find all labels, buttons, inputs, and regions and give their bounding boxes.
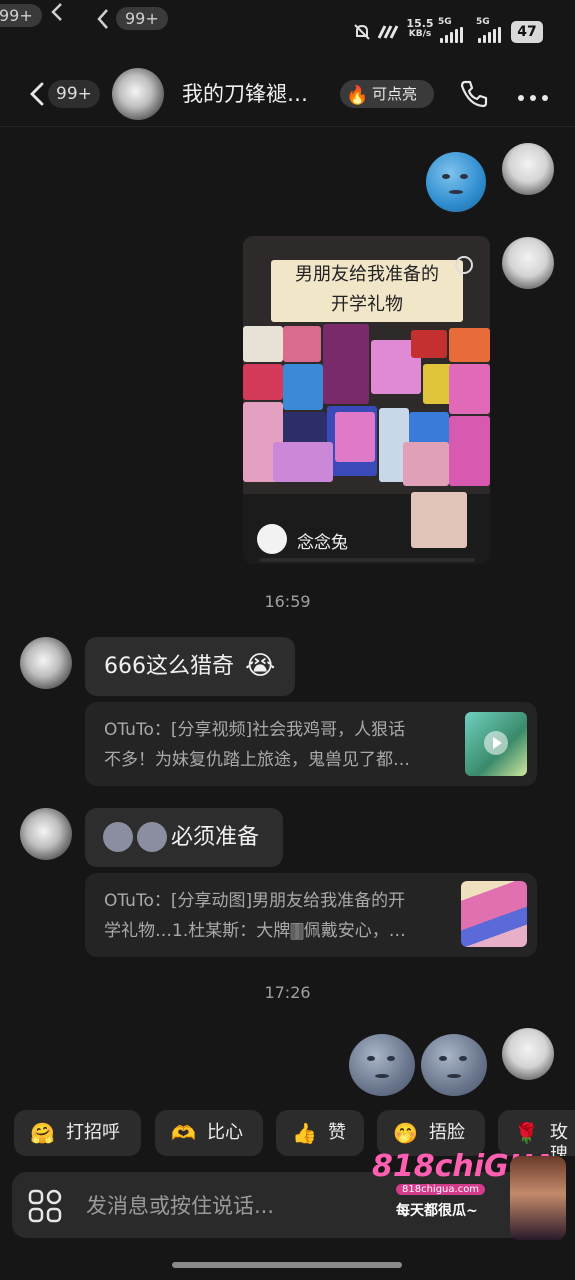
share-gif-thumbnail — [461, 881, 527, 947]
chat-title[interactable]: 我的刀锋褪… — [182, 80, 308, 108]
quick-reply-label: 赞 — [328, 1122, 346, 1143]
home-indicator — [172, 1262, 402, 1268]
flame-icon: 🔥 — [346, 85, 369, 106]
ghost-unread-badge: 99+ — [0, 4, 42, 27]
post-image: 男朋友给我准备的 开学礼物 — [243, 236, 490, 548]
post-author-name: 念念兔 — [297, 533, 348, 553]
new-moon-face-emoji[interactable] — [349, 1034, 415, 1096]
message-bubble[interactable]: 必须准备 — [85, 808, 283, 867]
hd-network-icon — [377, 22, 399, 42]
light-up-label: 可点亮 — [372, 85, 418, 103]
mute-bell-icon — [352, 22, 372, 42]
hugging-face-icon: 🤗 — [30, 1121, 55, 1145]
message-text: 666这么猎奇 — [104, 654, 234, 679]
quick-reply-label: 捂脸 — [429, 1122, 465, 1143]
ghost-back-icon — [50, 2, 64, 22]
signal-2-icon: 5G — [476, 17, 506, 43]
sender-avatar[interactable] — [20, 637, 72, 689]
quoted-share-card[interactable]: OTuTo：[分享视频]社会我鸡哥，人狠话 不多！为妹复仇踏上旅途，鬼兽见了都… — [85, 702, 537, 786]
ghost-unread-badge-2: 99+ — [116, 7, 168, 30]
apps-grid-icon[interactable] — [28, 1189, 62, 1223]
share-video-thumbnail — [465, 712, 527, 776]
my-avatar[interactable] — [502, 237, 554, 289]
my-avatar[interactable] — [502, 143, 554, 195]
timestamp: 17:26 — [264, 983, 311, 1002]
share-line-1: OTuTo：[分享动图]男朋友给我准备的开 — [104, 891, 406, 911]
network-speed: 15.5 KB/s — [406, 17, 434, 39]
message-input-placeholder[interactable]: 发消息或按住说话... — [86, 1192, 274, 1220]
more-options-icon[interactable] — [516, 88, 550, 101]
face-covering-mouth-icon: 🤭 — [393, 1121, 418, 1145]
status-bar: 99+ 99+ 15.5 KB/s 5G 5G 47 — [0, 0, 575, 62]
post-title-line-2: 开学礼物 — [331, 294, 403, 315]
ghost-back-icon-2 — [96, 8, 110, 30]
thumbs-up-icon: 👍 — [292, 1121, 317, 1145]
quick-reply-like[interactable]: 👍 赞 — [276, 1110, 364, 1156]
unread-count-badge[interactable]: 99+ — [48, 80, 100, 108]
post-footer-text — [259, 558, 475, 562]
timestamp: 16:59 — [264, 592, 311, 611]
rose-icon: 🌹 — [514, 1121, 539, 1145]
cool-cat-sticker-icon — [137, 822, 167, 852]
quick-reply-greet[interactable]: 🤗 打招呼 — [14, 1110, 141, 1156]
message-text: 必须准备 — [171, 825, 260, 850]
light-up-button[interactable]: 🔥 可点亮 — [340, 80, 434, 108]
quick-reply-label: 比心 — [207, 1122, 243, 1143]
post-title-sign: 男朋友给我准备的 开学礼物 — [271, 260, 463, 322]
header-divider — [0, 126, 575, 127]
sender-avatar[interactable] — [20, 808, 72, 860]
quick-reply-label: 打招呼 — [66, 1122, 120, 1143]
post-logo-icon — [455, 256, 473, 274]
quick-reply-heart-hands[interactable]: 🫶 比心 — [155, 1110, 263, 1156]
watermark-logo: 818chiGUA 818chigua.com 每天都很瓜~ — [372, 1150, 568, 1242]
share-line-2: 不多！为妹复仇踏上旅途，鬼兽见了都… — [104, 750, 410, 770]
contact-avatar[interactable] — [112, 68, 164, 120]
message-bubble[interactable]: 666这么猎奇 😭 — [85, 637, 295, 696]
cool-cat-sticker-icon — [103, 822, 133, 852]
watermark-mascot-image — [510, 1156, 566, 1240]
crying-face-emoji: 😭 — [245, 651, 276, 681]
share-line-2: 学礼物…1.杜某斯：大牌🀫佩戴安心，… — [104, 921, 406, 941]
post-title-line-1: 男朋友给我准备的 — [295, 264, 439, 285]
shared-post-card[interactable]: 男朋友给我准备的 开学礼物 念念兔 — [243, 236, 490, 564]
phone-call-icon[interactable] — [458, 78, 490, 110]
back-button[interactable] — [26, 80, 48, 108]
post-author-avatar — [257, 524, 287, 554]
new-moon-face-emoji[interactable] — [426, 152, 486, 212]
new-moon-face-emoji[interactable] — [421, 1034, 487, 1096]
battery-level: 47 — [511, 21, 543, 43]
quoted-share-card[interactable]: OTuTo：[分享动图]男朋友给我准备的开 学礼物…1.杜某斯：大牌🀫佩戴安心，… — [85, 873, 537, 957]
my-avatar[interactable] — [502, 1028, 554, 1080]
heart-hands-icon: 🫶 — [171, 1121, 196, 1145]
share-line-1: OTuTo：[分享视频]社会我鸡哥，人狠话 — [104, 720, 406, 740]
watermark-site: 818chigua.com — [396, 1184, 486, 1195]
watermark-slogan: 每天都很瓜~ — [396, 1203, 478, 1219]
signal-1-icon: 5G — [438, 17, 468, 43]
